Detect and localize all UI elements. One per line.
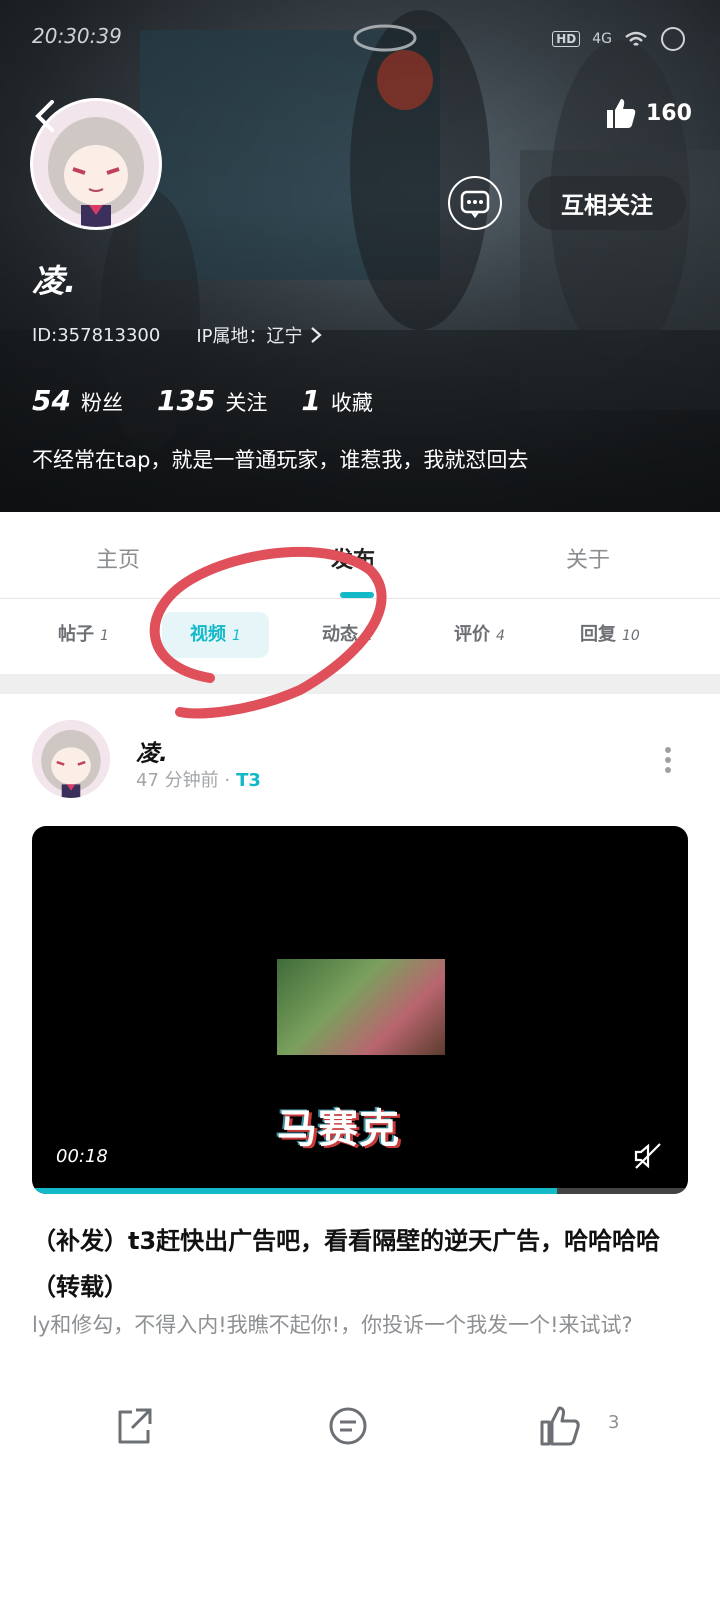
wifi-icon [625, 31, 647, 46]
like-count: 3 [608, 1412, 620, 1433]
subtab-posts-label: 帖子 [58, 624, 94, 645]
subtab-reviews[interactable]: 评价 4 [454, 612, 505, 658]
likes-count: 160 [646, 100, 692, 126]
network-indicator: 4G [592, 31, 612, 47]
subtab-videos-label: 视频 [190, 624, 226, 645]
video-overlay-text: 马赛克 [277, 1106, 400, 1152]
subtab-replies-count: 10 [622, 628, 640, 644]
video-frame-image [277, 959, 445, 1055]
chevron-right-icon [311, 327, 323, 343]
tab-home[interactable]: 主页 [96, 542, 140, 574]
video-progress-fill [32, 1188, 557, 1194]
share-icon[interactable] [112, 1404, 156, 1448]
post-actions: 3 [0, 1404, 720, 1464]
subtab-videos-count: 1 [232, 628, 241, 644]
mutual-follow-button[interactable]: 互相关注 [528, 176, 686, 230]
video-progress-bar[interactable] [32, 1188, 688, 1194]
comment-icon[interactable] [326, 1404, 370, 1448]
following-count[interactable]: 135 [157, 384, 215, 417]
active-tab-indicator [340, 592, 374, 598]
post-time: 47 分钟前 · [136, 770, 231, 791]
profile-header: 20:30:39 HD 4G 160 互相关注 凌. ID:357813300 … [0, 0, 720, 512]
main-tabs: 主页 发布 关于 [0, 512, 720, 599]
message-button[interactable] [448, 176, 502, 230]
hd-indicator: HD [552, 31, 581, 47]
subtab-replies-label: 回复 [580, 624, 616, 645]
ip-location-link[interactable]: IP属地：辽宁 [196, 322, 323, 348]
chat-bubble-icon [460, 190, 490, 219]
post-meta: 47 分钟前 · T3 [136, 766, 261, 792]
subtab-moments-count: 1 [364, 628, 373, 644]
section-divider [0, 674, 720, 694]
profile-likes[interactable]: 160 [604, 96, 692, 130]
favorites-label[interactable]: 收藏 [331, 387, 373, 417]
sub-tabs: 帖子 1 视频 1 动态 1 评价 4 回复 10 [0, 600, 720, 672]
like-icon[interactable] [538, 1404, 582, 1448]
subtab-videos[interactable]: 视频 1 [162, 612, 269, 658]
status-icons: HD 4G [552, 26, 686, 52]
subtab-moments-label: 动态 [322, 624, 358, 645]
battery-icon [661, 27, 685, 51]
mute-icon[interactable] [632, 1140, 664, 1172]
subtab-replies[interactable]: 回复 10 [580, 612, 640, 658]
profile-name: 凌. [32, 262, 77, 300]
subtab-reviews-count: 4 [496, 628, 505, 644]
post-excerpt[interactable]: ly和修勾，不得入内!我瞧不起你!，你投诉一个我发一个!来试试? [32, 1304, 692, 1346]
subtab-posts[interactable]: 帖子 1 [58, 612, 109, 658]
following-label[interactable]: 关注 [225, 387, 267, 417]
post-author-avatar[interactable] [32, 720, 110, 798]
profile-stats: 54 粉丝 135 关注 1 收藏 [32, 384, 407, 417]
subtab-posts-count: 1 [100, 628, 109, 644]
more-options-icon[interactable] [664, 746, 672, 774]
ip-location: IP属地：辽宁 [196, 326, 303, 347]
tab-publish[interactable]: 发布 [331, 542, 375, 574]
post-author-name[interactable]: 凌. [136, 734, 168, 768]
subtab-reviews-label: 评价 [454, 624, 490, 645]
subtab-moments[interactable]: 动态 1 [322, 612, 373, 658]
profile-bio: 不经常在tap，就是一普通玩家，谁惹我，我就怼回去 [32, 448, 529, 472]
video-duration: 00:18 [56, 1146, 108, 1167]
fans-label[interactable]: 粉丝 [81, 387, 123, 417]
profile-meta: ID:357813300 IP属地：辽宁 [32, 322, 323, 348]
fans-count[interactable]: 54 [32, 384, 71, 417]
back-icon[interactable] [30, 96, 60, 136]
status-time: 20:30:39 [32, 24, 122, 48]
tab-about[interactable]: 关于 [566, 542, 610, 574]
user-id: ID:357813300 [32, 324, 161, 346]
video-player[interactable]: 马赛克 00:18 [32, 826, 688, 1194]
favorites-count[interactable]: 1 [301, 384, 320, 417]
post-title[interactable]: （补发）t3赶快出广告吧，看看隔壁的逆天广告，哈哈哈哈（转载） [32, 1218, 692, 1310]
anime-avatar-image [32, 720, 110, 798]
level-badge: T3 [236, 770, 261, 791]
thumbs-up-icon [607, 99, 636, 128]
